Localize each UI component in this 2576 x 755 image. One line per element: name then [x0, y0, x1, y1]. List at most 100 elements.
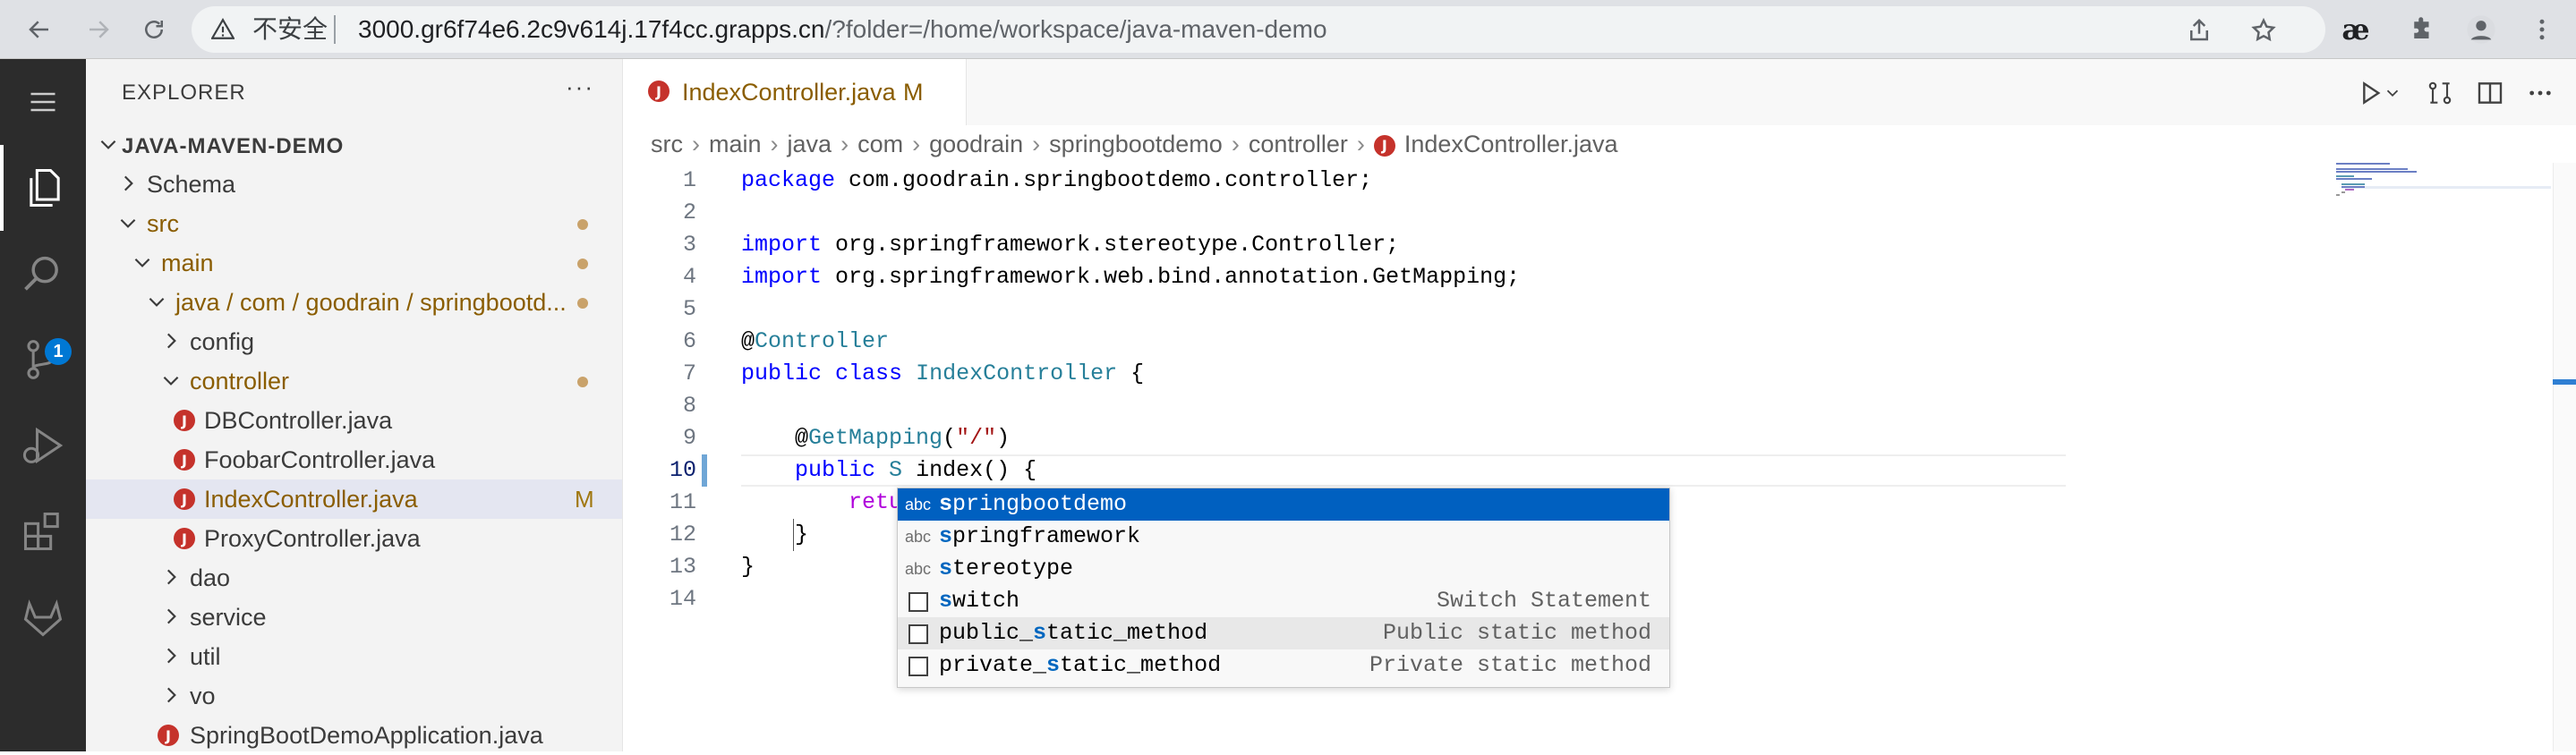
more-actions-icon[interactable] — [2526, 79, 2555, 107]
tree-file-proxycontroller[interactable]: J ProxyController.java — [86, 519, 622, 558]
java-file-icon: J — [174, 410, 195, 431]
suggest-item[interactable]: private_static_method Private static met… — [898, 649, 1669, 682]
breadcrumb-item[interactable]: src — [651, 131, 683, 157]
tree-file-indexcontroller[interactable]: J IndexController.java M — [86, 479, 622, 519]
browser-menu-button[interactable] — [2524, 12, 2560, 47]
tree-root[interactable]: JAVA-MAVEN-DEMO — [86, 125, 622, 165]
tree-file-springbootdemoapplication[interactable]: J SpringBootDemoApplication.java — [86, 716, 622, 755]
code-token: ) — [996, 425, 1011, 451]
tree-file-dbcontroller[interactable]: J DBController.java — [86, 401, 622, 440]
run-icon[interactable] — [2356, 79, 2384, 107]
code-token: @ — [741, 328, 755, 354]
extensions-button[interactable] — [2404, 12, 2440, 47]
vertical-scrollbar[interactable] — [2553, 163, 2576, 751]
line-number: 12 — [669, 522, 696, 547]
url-text[interactable]: 3000.gr6f74e6.2c9v614j.17f4cc.grapps.cn/… — [358, 16, 1327, 43]
code-line: retu — [741, 487, 902, 519]
explorer-sidebar: EXPLORER ··· JAVA-MAVEN-DEMO Schema src … — [86, 59, 623, 751]
modified-dot — [577, 219, 588, 230]
run-debug-icon — [22, 427, 64, 464]
chevron-right-icon — [166, 687, 176, 703]
suggest-match: s — [939, 556, 953, 581]
activity-search[interactable] — [0, 231, 86, 317]
java-file-icon: J — [648, 81, 670, 102]
arrow-left-icon — [29, 21, 48, 38]
suggest-label: stereotype — [939, 553, 1073, 585]
code-token: retu — [741, 489, 903, 515]
text-kind-icon: abc — [905, 528, 932, 546]
breadcrumb-item[interactable]: IndexController.java — [1404, 131, 1618, 157]
tree-label: vo — [190, 683, 216, 709]
tree-folder-controller[interactable]: controller — [86, 361, 622, 401]
bookmark-star-icon[interactable] — [2250, 17, 2277, 44]
suggest-rest: pringframework — [952, 523, 1141, 549]
suggest-item[interactable]: abc springbootdemo — [898, 488, 1669, 521]
kebab-menu-icon — [2539, 19, 2545, 40]
tree-folder-main[interactable]: main — [86, 243, 622, 283]
suggest-item[interactable]: switch Switch Statement — [898, 585, 1669, 617]
tree-label: IndexController.java — [204, 486, 418, 513]
breadcrumb-item[interactable]: springbootdemo — [1049, 131, 1223, 157]
chevron-right-icon: › — [1231, 131, 1240, 157]
activity-explorer[interactable] — [0, 145, 86, 231]
activity-bar: 1 — [0, 59, 86, 751]
suggest-label: switch — [939, 585, 1019, 617]
breadcrumb-item[interactable]: java — [788, 131, 832, 157]
explorer-more-actions[interactable]: ··· — [566, 73, 594, 101]
line-number: 11 — [669, 489, 696, 515]
activity-source-control[interactable] — [0, 317, 86, 403]
code-line: @GetMapping("/") — [741, 422, 1010, 454]
breadcrumb: src › main › java › com › goodrain › springbootdem… — [651, 131, 1618, 163]
code-token: com.goodrain.springbootdemo.controller; — [835, 167, 1373, 193]
tree-folder-java-package[interactable]: java / com / goodrain / springbootd... — [86, 283, 622, 322]
minimap[interactable] — [2336, 163, 2551, 234]
line-number: 6 — [682, 328, 696, 354]
chevron-down-icon — [134, 258, 150, 267]
chevron-down-icon — [163, 376, 179, 386]
suggest-item[interactable]: abc stereotype — [898, 553, 1669, 585]
profile-button[interactable] — [2463, 12, 2499, 47]
suggest-item[interactable]: abc springframework — [898, 521, 1669, 553]
split-editor-icon[interactable] — [2476, 79, 2504, 107]
share-icon[interactable] — [2186, 17, 2213, 44]
tab-indexcontroller[interactable]: J IndexController.java M — [623, 59, 967, 125]
tree-folder-src[interactable]: src — [86, 204, 622, 243]
tree-label: config — [190, 328, 255, 355]
chevron-right-icon — [166, 608, 176, 624]
ae-extension-button[interactable]: æ — [2338, 12, 2374, 47]
url-host: 3000.gr6f74e6.2c9v614j.17f4cc.grapps.cn — [358, 15, 825, 43]
tree-folder-config[interactable]: config — [86, 322, 622, 361]
code-token: package — [741, 167, 836, 193]
tree-folder-service[interactable]: service — [86, 598, 622, 637]
tree-folder-vo[interactable]: vo — [86, 676, 622, 716]
breadcrumb-item[interactable]: com — [857, 131, 903, 157]
address-bar[interactable]: 不安全 3000.gr6f74e6.2c9v614j.17f4cc.grapps… — [192, 6, 2325, 53]
explorer-title: EXPLORER — [122, 81, 246, 105]
activity-gitlab[interactable] — [0, 574, 86, 660]
suggest-rest: pringbootdemo — [952, 491, 1128, 517]
tree-file-foobarcontroller[interactable]: J FoobarController.java — [86, 440, 622, 479]
insecure-label[interactable]: 不安全 — [252, 16, 328, 43]
tree-label: DBController.java — [204, 407, 393, 434]
activity-extensions[interactable] — [0, 488, 86, 574]
activity-run-debug[interactable] — [0, 403, 86, 488]
breadcrumb-item[interactable]: main — [709, 131, 762, 157]
java-file-icon: J — [174, 528, 195, 549]
tree-folder-schema[interactable]: Schema — [86, 165, 622, 204]
tree-folder-dao[interactable]: dao — [86, 558, 622, 598]
modified-dot — [577, 298, 588, 309]
menu-button[interactable] — [0, 59, 86, 145]
breadcrumb-item[interactable]: goodrain — [929, 131, 1023, 157]
tree-label: Schema — [147, 171, 236, 198]
suggest-label: private_static_method — [939, 649, 1221, 682]
breadcrumb-item[interactable]: controller — [1249, 131, 1348, 157]
suggest-item[interactable]: public_static_method Public static metho… — [898, 617, 1669, 649]
reload-button[interactable] — [134, 10, 174, 49]
chevron-down-icon[interactable] — [2383, 79, 2402, 107]
forward-button[interactable] — [79, 10, 118, 49]
tree-folder-util[interactable]: util — [86, 637, 622, 676]
open-changes-icon[interactable] — [2426, 79, 2454, 107]
suggest-detail: Public static method — [1382, 620, 1651, 646]
back-button[interactable] — [20, 10, 59, 49]
tree-label: src — [147, 210, 179, 237]
